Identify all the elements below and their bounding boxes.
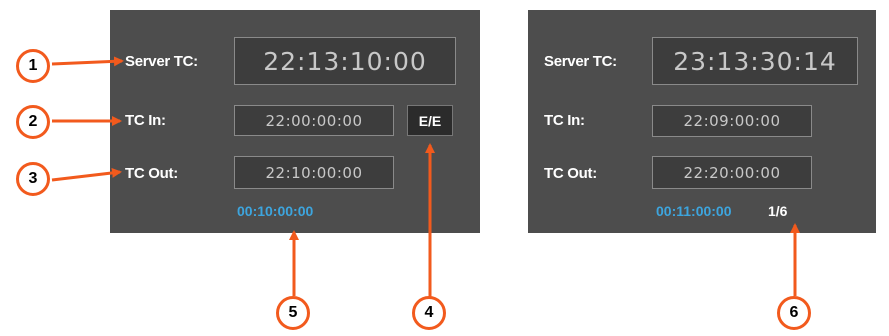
callout-2: 2	[16, 105, 50, 139]
arrow-3	[51, 167, 122, 182]
callout-4: 4	[412, 296, 446, 330]
callout-5: 5	[276, 296, 310, 330]
callout-3: 3	[16, 162, 50, 196]
callout-6: 6	[777, 296, 811, 330]
arrow-1	[51, 56, 124, 67]
callout-1: 1	[16, 49, 50, 83]
callout-arrows	[51, 56, 800, 298]
